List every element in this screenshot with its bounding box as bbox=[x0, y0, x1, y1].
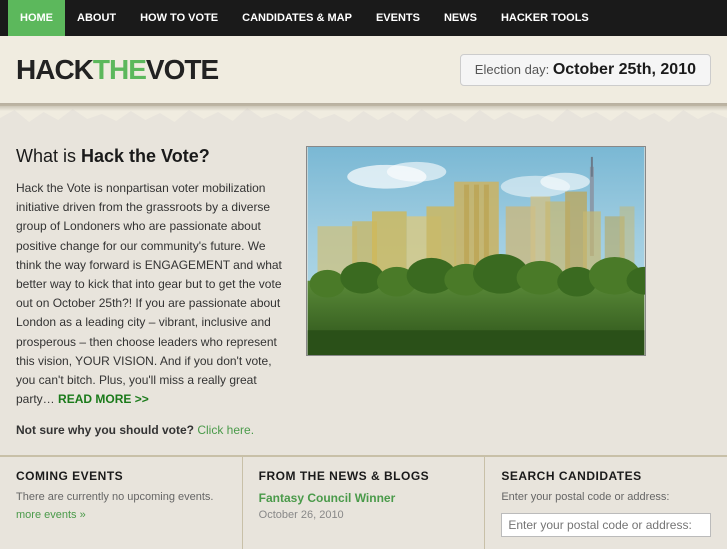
site-logo: HACKTHEVOTE bbox=[16, 56, 218, 84]
main-body-text: Hack the Vote is nonpartisan voter mobil… bbox=[16, 179, 286, 409]
main-title: What is Hack the Vote? bbox=[16, 146, 286, 167]
more-events-label: more events » bbox=[16, 509, 86, 521]
events-empty-text: There are currently no upcoming events. bbox=[16, 491, 226, 503]
read-more-link[interactable]: READ MORE >> bbox=[58, 392, 149, 406]
nav-candidates[interactable]: CANDIDATES & MAP bbox=[230, 0, 364, 36]
search-title: SEARCH CANDIDATES bbox=[501, 469, 711, 483]
not-sure-label: Not sure why you should vote? bbox=[16, 423, 194, 437]
main-content: What is Hack the Vote? Hack the Vote is … bbox=[0, 126, 727, 447]
city-skyline-image bbox=[306, 146, 646, 356]
news-panel: FROM THE NEWS & BLOGS Fantasy Council Wi… bbox=[243, 457, 486, 549]
events-panel: COMING EVENTS There are currently no upc… bbox=[0, 457, 243, 549]
logo-vote: VOTE bbox=[146, 54, 218, 85]
events-title: COMING EVENTS bbox=[16, 469, 226, 483]
title-bold-part: Hack the Vote? bbox=[81, 146, 210, 166]
logo-the: THE bbox=[93, 54, 146, 85]
search-input[interactable] bbox=[501, 513, 711, 537]
election-prefix: Election day: bbox=[475, 62, 553, 77]
body-copy: Hack the Vote is nonpartisan voter mobil… bbox=[16, 181, 282, 406]
site-header: HACKTHEVOTE Election day: October 25th, … bbox=[0, 36, 727, 106]
main-text-area: What is Hack the Vote? Hack the Vote is … bbox=[16, 146, 306, 437]
news-article-link[interactable]: Fantasy Council Winner bbox=[259, 491, 469, 505]
search-label: Enter your postal code or address: bbox=[501, 491, 711, 503]
nav-news[interactable]: NEWS bbox=[432, 0, 489, 36]
more-events-link[interactable]: more events » bbox=[16, 509, 226, 521]
not-sure-text: Not sure why you should vote? Click here… bbox=[16, 423, 286, 437]
election-date: October 25th, 2010 bbox=[553, 61, 696, 78]
main-image-area bbox=[306, 146, 646, 437]
election-day-badge: Election day: October 25th, 2010 bbox=[460, 54, 711, 86]
nav-about[interactable]: ABOUT bbox=[65, 0, 128, 36]
nav-how-to-vote[interactable]: HOW TO VOTE bbox=[128, 0, 230, 36]
logo-hack: HACK bbox=[16, 54, 93, 85]
bottom-panels: COMING EVENTS There are currently no upc… bbox=[0, 455, 727, 549]
news-title: FROM THE NEWS & BLOGS bbox=[259, 469, 469, 483]
click-here-link[interactable]: Click here. bbox=[194, 423, 254, 437]
search-panel: SEARCH CANDIDATES Enter your postal code… bbox=[485, 457, 727, 549]
nav-events[interactable]: EVENTS bbox=[364, 0, 432, 36]
title-normal-part: What is bbox=[16, 146, 81, 166]
news-date: October 26, 2010 bbox=[259, 509, 469, 521]
nav-home[interactable]: HOME bbox=[8, 0, 65, 36]
nav-hacker-tools[interactable]: HACKER TOOLS bbox=[489, 0, 601, 36]
navigation: HOME ABOUT HOW TO VOTE CANDIDATES & MAP … bbox=[0, 0, 727, 36]
